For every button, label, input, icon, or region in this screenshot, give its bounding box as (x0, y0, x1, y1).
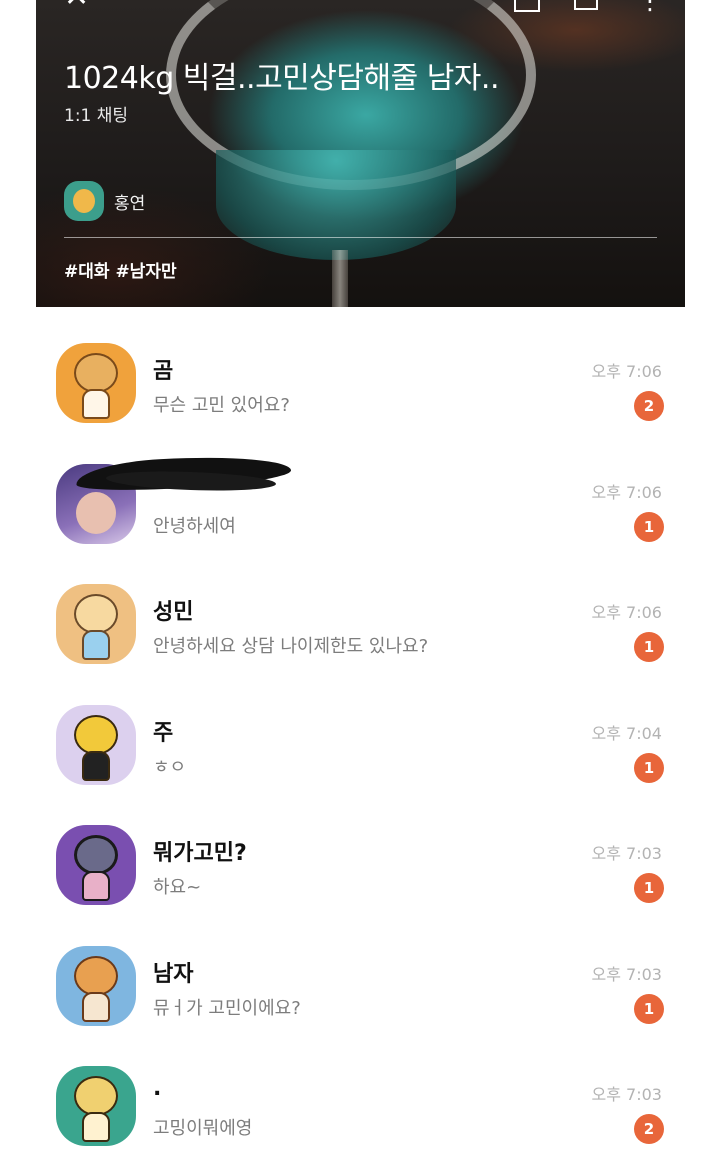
chat-row[interactable]: 주 ㅎㅇ 오후 7:04 1 (36, 669, 685, 790)
chat-time: 오후 7:03 (591, 844, 662, 863)
chat-row[interactable]: 안녕하세여 오후 7:06 1 (36, 428, 685, 549)
unread-badge: 1 (634, 511, 664, 542)
chat-preview: 뮤ㅓ가 고민이에요? (153, 997, 301, 1019)
chat-row[interactable]: 곰 무슨 고민 있어요? 오후 7:06 2 (36, 307, 685, 428)
chat-preview: 하요~ (153, 877, 202, 898)
chat-list: 곰 무슨 고민 있어요? 오후 7:06 2 안녕하세여 오후 7:06 1 성… (36, 307, 685, 1151)
chat-row[interactable]: . 고밍이뭐에영 오후 7:03 2 (36, 1030, 685, 1151)
chat-preview: 무슨 고민 있어요? (153, 395, 290, 416)
unread-badge: 2 (634, 391, 664, 421)
ryan-character-icon (74, 594, 118, 634)
ryan-bow-character-icon (74, 955, 118, 996)
chat-row[interactable]: 성민 안녕하세요 상담 나이제한도 있나요? 오후 7:06 1 (36, 548, 685, 669)
unread-badge: 1 (634, 752, 664, 783)
muzi-headband-body-icon (82, 1112, 110, 1142)
unread-badge: 2 (634, 1114, 664, 1144)
unread-badge: 1 (634, 632, 664, 662)
chat-preview: 안녕하세여 (153, 515, 236, 537)
chat-preview: 안녕하세요 상담 나이제한도 있나요? (153, 636, 429, 657)
unread-badge: 1 (634, 993, 664, 1024)
avatar (56, 945, 136, 1026)
chat-preview: 고밍이뭐에영 (153, 1118, 253, 1139)
chat-name: 성민 (153, 600, 194, 625)
chat-name: 남자 (153, 961, 194, 987)
chat-time: 오후 7:06 (591, 362, 662, 381)
unread-badge: 1 (634, 873, 664, 903)
chat-time: 오후 7:06 (591, 482, 662, 502)
bear-character-icon (74, 353, 118, 393)
host-name: 홍연 (114, 194, 146, 214)
host-avatar[interactable] (64, 181, 104, 221)
ryan-character-icon (73, 189, 95, 213)
chatroom-header: ✕ ⋮ 1024kg 빅걸..고민상담해줄 남자.. 1:1 채팅 홍연 #대화… (36, 0, 685, 307)
chat-name: 곰 (153, 359, 174, 384)
cocktail-glass-stem (332, 250, 348, 307)
chat-time: 오후 7:03 (591, 1085, 662, 1104)
expand-frame-icon[interactable] (514, 0, 540, 12)
neo-character-icon (74, 835, 118, 875)
avatar (56, 704, 136, 785)
chat-row[interactable]: 뭐가고민? 하요~ 오후 7:03 1 (36, 789, 685, 910)
chat-name: 주 (153, 720, 174, 746)
ryan-body-icon (82, 630, 110, 660)
room-tags: #대화 #남자만 (64, 262, 177, 282)
share-box-icon[interactable] (574, 0, 598, 10)
chat-row[interactable]: 남자 뮤ㅓ가 고민이에요? 오후 7:03 1 (36, 910, 685, 1031)
avatar (56, 1066, 136, 1146)
chat-time: 오후 7:06 (591, 603, 662, 622)
chat-name: . (153, 1076, 162, 1101)
more-vert-icon[interactable]: ⋮ (638, 0, 662, 13)
avatar (56, 584, 136, 664)
chat-time: 오후 7:03 (591, 964, 662, 984)
avatar (56, 343, 136, 423)
ryan-bow-body-icon (82, 991, 110, 1022)
cocktail-glass-bowl (216, 150, 456, 260)
avatar (56, 825, 136, 905)
chat-preview: ㅎㅇ (153, 756, 187, 778)
chat-name: 뭐가고민? (153, 841, 247, 866)
person-photo-icon (76, 491, 116, 534)
header-toolbar: ✕ ⋮ (36, 0, 685, 16)
muzi-body-icon (82, 750, 110, 781)
chat-time: 오후 7:04 (591, 723, 662, 743)
neo-body-icon (82, 871, 110, 901)
room-title: 1024kg 빅걸..고민상담해줄 남자.. (64, 61, 499, 96)
close-icon[interactable]: ✕ (64, 0, 89, 12)
header-divider (64, 237, 657, 238)
muzi-headband-character-icon (74, 1076, 118, 1116)
room-type: 1:1 채팅 (64, 106, 129, 126)
muzi-character-icon (74, 714, 118, 755)
bear-body-icon (82, 389, 110, 419)
